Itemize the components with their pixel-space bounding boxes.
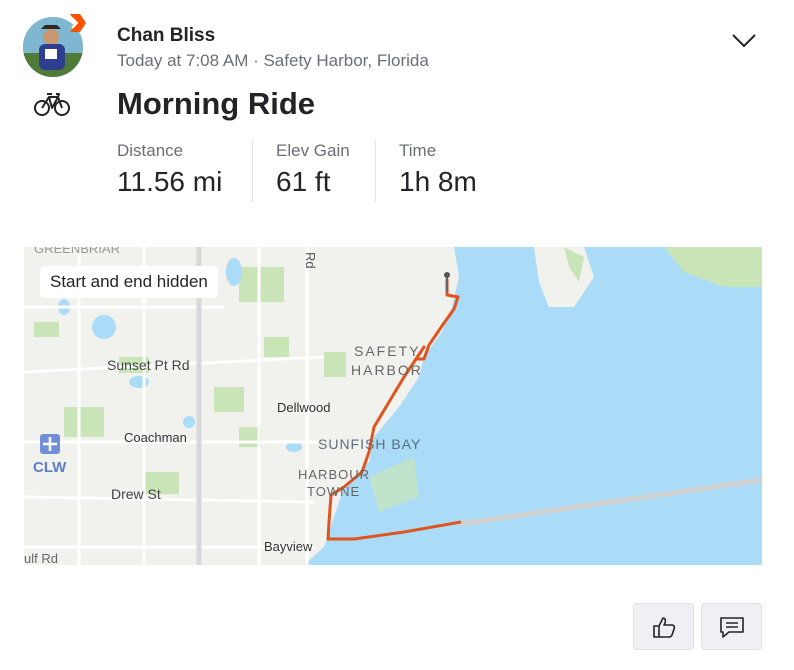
map-label-bayview: Bayview (264, 539, 313, 554)
comment-button[interactable] (701, 603, 762, 650)
map-label-greenbriar: GREENBRIAR (34, 247, 120, 256)
privacy-chip: Start and end hidden (40, 266, 218, 298)
map-label-harbour: HARBOUR (298, 467, 370, 482)
distance-value: 11.56 mi (117, 166, 223, 197)
stat-divider (252, 140, 253, 202)
map-label-towne: TOWNE (307, 484, 360, 499)
chevron-down-icon[interactable] (731, 30, 757, 50)
thumbs-up-icon (652, 616, 675, 638)
elev-gain-label: Elev Gain (276, 141, 350, 160)
comment-icon (719, 616, 744, 638)
distance-label: Distance (117, 141, 184, 160)
strava-badge-icon (70, 14, 86, 32)
bike-icon (34, 93, 70, 116)
map-label-sunset: Sunset Pt Rd (107, 357, 190, 373)
elev-gain-value: 61 ft (276, 166, 331, 197)
map-label-harbor: HARBOR (351, 362, 423, 378)
stat-divider (375, 140, 376, 202)
map-label-coachman: Coachman (124, 430, 187, 445)
map-label-rd: Rd (303, 252, 318, 269)
map-label-sunfish-bay: SUNFISH BAY (318, 436, 421, 452)
map-label-clw: CLW (33, 459, 67, 476)
time-label: Time (399, 141, 437, 160)
athlete-name[interactable]: Chan Bliss (117, 25, 215, 47)
map-label-drew: Drew St (111, 486, 161, 502)
activity-title[interactable]: Morning Ride (117, 86, 315, 122)
kudos-button[interactable] (633, 603, 694, 650)
time-value: 1h 8m (399, 166, 477, 197)
map-label-dellwood: Dellwood (277, 400, 330, 415)
map-label-gulf-rd: ulf Rd (24, 551, 58, 565)
activity-meta: Today at 7:08 AM · Safety Harbor, Florid… (117, 51, 429, 70)
map-label-safety: SAFETY (354, 343, 420, 359)
